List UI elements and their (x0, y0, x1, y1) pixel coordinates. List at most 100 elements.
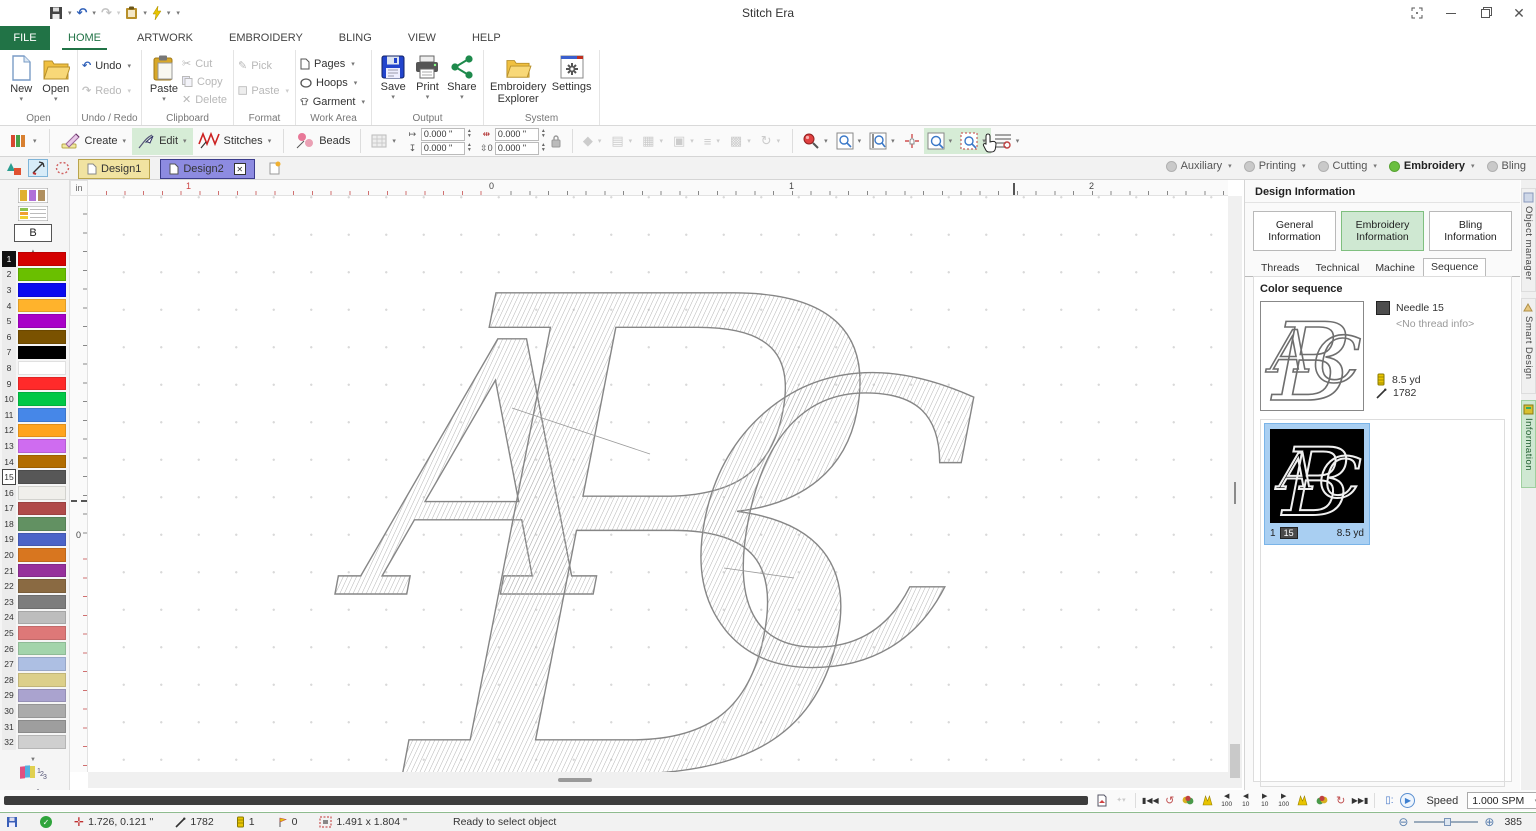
palette-color-swatch[interactable] (18, 642, 66, 656)
artwork-objects-icon[interactable] (4, 159, 24, 177)
tab-sequence[interactable]: Sequence (1423, 258, 1486, 277)
sim-prev-color-button[interactable]: ↺ (1162, 792, 1178, 809)
palette-row-27[interactable]: 27 (2, 656, 66, 672)
palette-number[interactable]: 13 (2, 438, 16, 454)
close-button[interactable]: ✕ (1502, 0, 1536, 26)
palette-number[interactable]: 20 (2, 547, 16, 563)
sim-slow-motion-icon[interactable]: ▯: (1381, 792, 1397, 809)
zoom-height-button[interactable]: ▾ (866, 128, 900, 154)
palette-number[interactable]: 6 (2, 329, 16, 345)
qat-customize-dropdown[interactable]: ▾ (174, 9, 182, 17)
zoom-slider-track[interactable] (1414, 821, 1478, 823)
sim-prev-object-button[interactable] (1181, 792, 1197, 809)
palette-row-12[interactable]: 12 (2, 423, 66, 439)
palette-color-swatch[interactable] (18, 268, 66, 282)
palette-row-18[interactable]: 18 (2, 516, 66, 532)
palette-row-2[interactable]: 2 (2, 267, 66, 283)
palette-row-11[interactable]: 11 (2, 407, 66, 423)
palette-row-22[interactable]: 22 (2, 578, 66, 594)
palette-color-swatch[interactable] (18, 611, 66, 625)
palette-row-6[interactable]: 6 (2, 329, 66, 345)
palette-number[interactable]: 30 (2, 703, 16, 719)
thread-list-icon[interactable] (14, 206, 52, 221)
new-button[interactable]: New▾ (4, 52, 39, 103)
palette-number[interactable]: 18 (2, 516, 16, 532)
palette-number[interactable]: 7 (2, 345, 16, 361)
palette-row-19[interactable]: 19 (2, 532, 66, 548)
palette-row-25[interactable]: 25 (2, 625, 66, 641)
palette-number[interactable]: 26 (2, 641, 16, 657)
palette-row-20[interactable]: 20 (2, 547, 66, 563)
palette-number[interactable]: 17 (2, 501, 16, 517)
palette-row-10[interactable]: 10 (2, 391, 66, 407)
embroidery-explorer-button[interactable]: Embroidery Explorer (488, 52, 548, 105)
monogram-design[interactable]: A B C (88, 196, 1228, 772)
palette-number[interactable]: 11 (2, 407, 16, 423)
palette-number[interactable]: 10 (2, 391, 16, 407)
palette-color-swatch[interactable] (18, 439, 66, 453)
sim-back-10-button[interactable]: ◀10 (1238, 792, 1254, 809)
palette-color-swatch[interactable] (18, 346, 66, 360)
palette-number[interactable]: 22 (2, 578, 16, 594)
palette-color-swatch[interactable] (18, 579, 66, 593)
palette-number[interactable]: 23 (2, 594, 16, 610)
tab-embroidery[interactable]: EMBROIDERY (211, 26, 321, 50)
palette-color-swatch[interactable] (18, 330, 66, 344)
zoom-out-icon[interactable]: ⊖ (1398, 815, 1408, 829)
y-stepper[interactable]: ▲▼ (467, 143, 472, 153)
maximize-button[interactable] (1468, 0, 1502, 26)
palette-color-swatch[interactable] (18, 408, 66, 422)
palette-row-24[interactable]: 24 (2, 610, 66, 626)
qat-save-dropdown[interactable]: ▾ (66, 9, 74, 17)
palette-row-8[interactable]: 8 (2, 360, 66, 376)
palette-row-31[interactable]: 31 (2, 719, 66, 735)
height-input[interactable] (495, 142, 539, 155)
pages-button[interactable]: Pages▾ (300, 56, 367, 71)
tab-home[interactable]: HOME (50, 26, 119, 50)
palette-row-14[interactable]: 14 (2, 454, 66, 470)
dock-tab-object-manager[interactable]: Object manager (1521, 188, 1536, 292)
palette-number[interactable]: 3 (2, 282, 16, 298)
sim-next-flag-button[interactable] (1295, 792, 1311, 809)
palette-color-swatch[interactable] (18, 595, 66, 609)
dock-tab-information[interactable]: Information (1521, 400, 1536, 488)
tab-design2[interactable]: Design2 ✕ (160, 159, 254, 179)
save-button[interactable]: Save▾ (376, 52, 410, 101)
palette-books-button[interactable]: ▾ (6, 128, 43, 155)
palette-color-swatch[interactable] (18, 704, 66, 718)
vertical-scrollbar[interactable] (1228, 196, 1242, 788)
horizontal-scroll-thumb[interactable] (558, 778, 592, 782)
palette-color-swatch[interactable] (18, 283, 66, 297)
mode-printing[interactable]: Printing▾ (1244, 160, 1308, 172)
palette-color-swatch[interactable] (18, 424, 66, 438)
palette-number[interactable]: 15 (2, 469, 16, 485)
palette-row-7[interactable]: 7 (2, 345, 66, 361)
mode-cutting[interactable]: Cutting▾ (1318, 160, 1379, 172)
palette-color-swatch[interactable] (18, 533, 66, 547)
palette-color-swatch[interactable] (18, 517, 66, 531)
palette-number[interactable]: 19 (2, 532, 16, 548)
palette-row-5[interactable]: 5 (2, 313, 66, 329)
palette-color-swatch[interactable] (18, 299, 66, 313)
status-save-icon[interactable] (6, 816, 18, 828)
palette-color-swatch[interactable] (18, 673, 66, 687)
x-stepper[interactable]: ▲▼ (467, 129, 472, 139)
share-button[interactable]: Share▾ (445, 52, 479, 101)
palette-row-30[interactable]: 30 (2, 703, 66, 719)
minimize-button[interactable] (1434, 0, 1468, 26)
palette-number[interactable]: 31 (2, 719, 16, 735)
new-design-tab-icon[interactable] (265, 159, 285, 177)
palette-number[interactable]: 8 (2, 360, 16, 376)
palette-row-29[interactable]: 29 (2, 688, 66, 704)
palette-row-3[interactable]: 3 (2, 282, 66, 298)
palette-color-swatch[interactable] (18, 361, 66, 375)
palette-number[interactable]: 28 (2, 672, 16, 688)
mode-auxiliary[interactable]: Auxiliary▾ (1166, 160, 1234, 172)
sequence-item-1[interactable]: A B C 1 15 8.5 yd (1264, 423, 1370, 545)
sim-skip-start-button[interactable]: ▮◀◀ (1142, 792, 1159, 809)
zoom-border-button[interactable]: ▾ (957, 128, 991, 154)
palette-number[interactable]: 16 (2, 485, 16, 501)
sim-next-object-button[interactable] (1314, 792, 1330, 809)
edit-button[interactable]: Edit▾ (132, 128, 192, 155)
palette-color-swatch[interactable] (18, 689, 66, 703)
